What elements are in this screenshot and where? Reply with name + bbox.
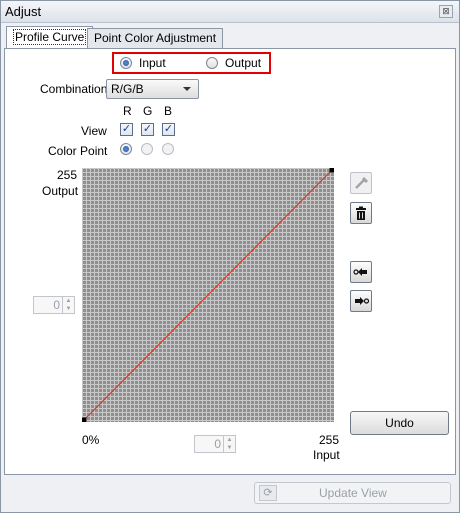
- input-stepper-buttons[interactable]: ▲ ▼: [223, 436, 235, 452]
- output-value: 0: [53, 298, 60, 312]
- view-checkbox-g[interactable]: ✓: [141, 123, 154, 136]
- color-point-radio-b[interactable]: [162, 143, 174, 155]
- previous-point-button[interactable]: [350, 261, 372, 283]
- tab-profile-curve[interactable]: Profile Curve: [6, 26, 94, 49]
- undo-button[interactable]: Undo: [350, 411, 449, 435]
- view-checkbox-r[interactable]: ✓: [120, 123, 133, 136]
- eyedropper-icon: [355, 176, 369, 189]
- input-radio[interactable]: [120, 57, 132, 69]
- color-point-label: Color Point: [48, 144, 108, 158]
- chevron-down-icon: [183, 87, 191, 91]
- output-radio[interactable]: [206, 57, 218, 69]
- window-title: Adjust: [5, 4, 42, 19]
- arrow-left-point-icon: [353, 268, 367, 276]
- trash-icon: [356, 206, 366, 220]
- input-value: 0: [214, 437, 221, 451]
- stepper-up-icon[interactable]: ▲: [224, 436, 235, 444]
- view-label: View: [81, 124, 107, 138]
- output-max-label: 255: [57, 168, 78, 182]
- adjust-window: Adjust ⊠ Profile Curve Point Color Adjus…: [0, 0, 460, 513]
- refresh-icon: ⟳: [259, 485, 277, 501]
- combination-value: R/G/B: [111, 82, 144, 96]
- tab-point-color-adjustment-label: Point Color Adjustment: [94, 31, 217, 45]
- input-max-label: 255: [319, 433, 340, 447]
- color-point-radio-g[interactable]: [141, 143, 153, 155]
- curve-svg: [82, 168, 334, 422]
- combination-label: Combination: [40, 82, 108, 96]
- update-view-button[interactable]: ⟳ Update View: [254, 482, 451, 504]
- arrow-right-point-icon: [355, 297, 370, 305]
- input-min-label: 0%: [82, 433, 100, 447]
- output-axis-label: Output: [42, 184, 79, 198]
- input-axis-label: Input: [313, 448, 340, 462]
- curve-control-point-end[interactable]: [329, 168, 335, 173]
- tab-profile-curve-label: Profile Curve: [13, 29, 87, 45]
- color-point-radio-r[interactable]: [120, 143, 132, 155]
- output-radio-label: Output: [225, 56, 262, 70]
- stepper-down-icon[interactable]: ▼: [224, 444, 235, 452]
- profile-curve-graph[interactable]: [82, 168, 334, 422]
- combination-dropdown[interactable]: R/G/B: [106, 79, 199, 99]
- channel-header-g: G: [143, 104, 153, 118]
- curve-control-point-start[interactable]: [82, 417, 87, 423]
- view-checkbox-b[interactable]: ✓: [162, 123, 175, 136]
- stepper-down-icon[interactable]: ▼: [63, 305, 74, 313]
- input-value-stepper[interactable]: 0 ▲ ▼: [194, 435, 236, 453]
- channel-header-b: B: [164, 104, 173, 118]
- next-point-button[interactable]: [350, 290, 372, 312]
- stepper-up-icon[interactable]: ▲: [63, 297, 74, 305]
- close-button[interactable]: ⊠: [439, 5, 453, 18]
- title-bar: Adjust ⊠: [1, 1, 459, 23]
- delete-point-button[interactable]: [350, 202, 372, 224]
- input-radio-label: Input: [139, 56, 166, 70]
- update-view-label: Update View: [319, 486, 387, 500]
- eyedropper-button[interactable]: [350, 172, 372, 194]
- channel-header-r: R: [123, 104, 132, 118]
- tab-point-color-adjustment[interactable]: Point Color Adjustment: [87, 28, 224, 48]
- output-stepper-buttons[interactable]: ▲ ▼: [62, 297, 74, 313]
- curve-line: [83, 169, 333, 421]
- output-value-stepper[interactable]: 0 ▲ ▼: [33, 296, 75, 314]
